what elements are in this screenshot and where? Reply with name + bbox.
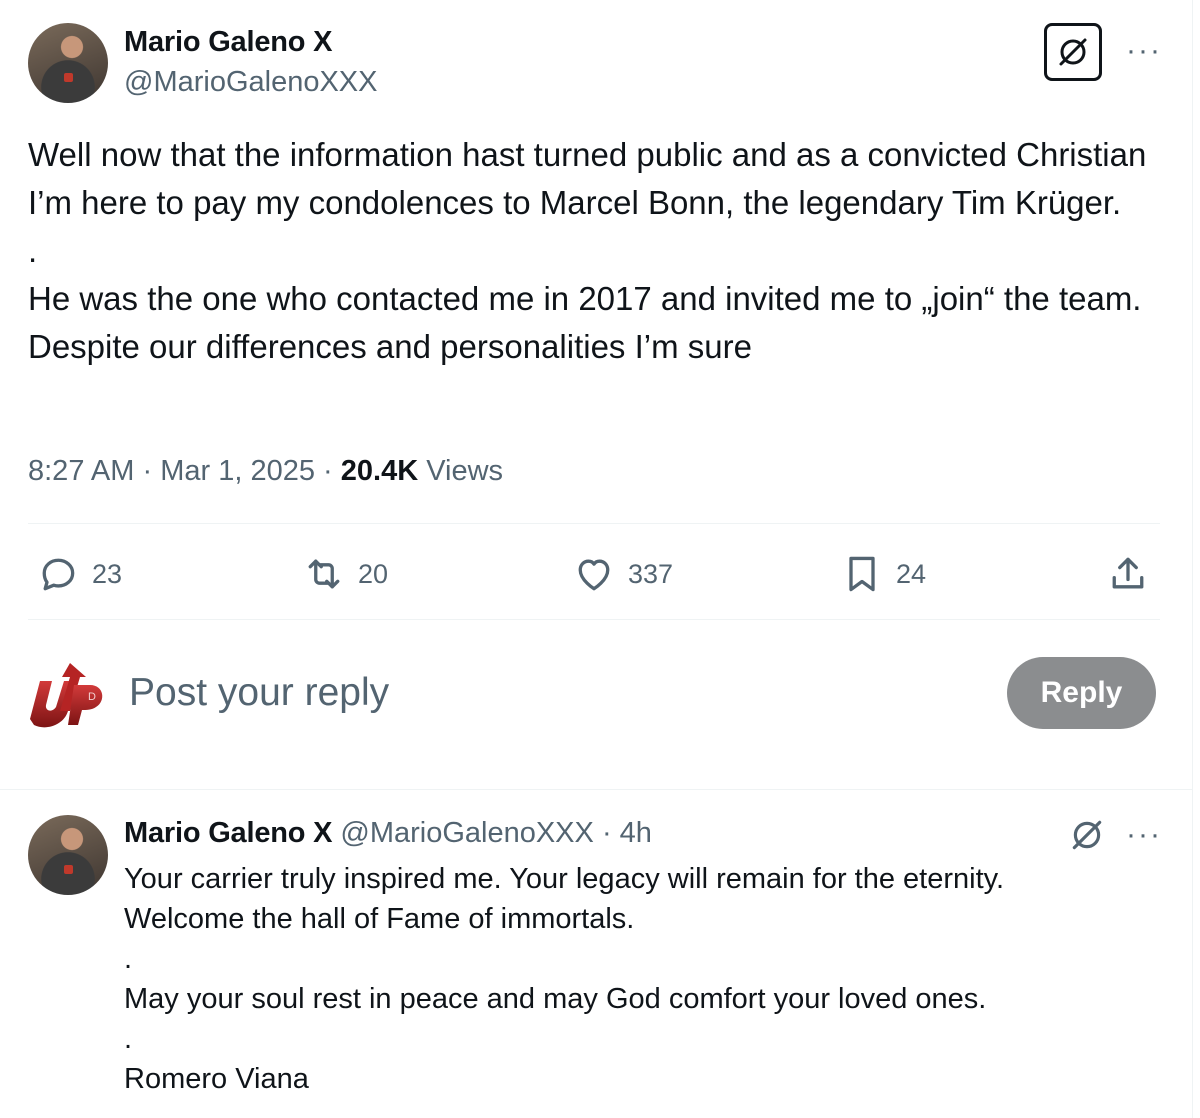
- reply-button[interactable]: Reply: [1007, 657, 1156, 729]
- author-name[interactable]: Mario Galeno X: [124, 26, 333, 59]
- reply-author-name[interactable]: Mario Galeno X: [124, 817, 333, 849]
- repost-icon: [308, 559, 340, 589]
- reply-action[interactable]: 23: [36, 552, 122, 596]
- views-label: Views: [426, 455, 504, 487]
- meta-separator: ·: [323, 455, 333, 487]
- share-action[interactable]: [1106, 552, 1150, 596]
- divider: [0, 789, 1192, 790]
- author-handle[interactable]: @MarioGalenoXXX: [124, 66, 378, 99]
- meta-separator: ·: [142, 455, 153, 487]
- logo-letter: D: [88, 691, 96, 703]
- post-date[interactable]: Mar 1, 2025: [160, 455, 315, 487]
- post-text: Well now that the information hast turne…: [28, 136, 1147, 365]
- shirt-logo: [64, 73, 73, 82]
- grok-icon[interactable]: [1068, 816, 1106, 854]
- like-icon: [578, 559, 610, 591]
- column-border: [1192, 0, 1193, 1118]
- divider: [28, 619, 1160, 620]
- bookmark-icon: [849, 556, 875, 592]
- reply-icon: [42, 558, 75, 591]
- author-avatar[interactable]: [28, 23, 108, 103]
- like-count: 337: [628, 558, 674, 589]
- more-icon[interactable]: ···: [1126, 36, 1162, 66]
- grok-icon: [1059, 38, 1087, 66]
- more-icon[interactable]: ···: [1126, 820, 1162, 850]
- reply-author-avatar[interactable]: [28, 815, 108, 895]
- views-count: 20.4K: [340, 455, 419, 487]
- like-action[interactable]: 337: [572, 552, 673, 596]
- repost-action[interactable]: 20: [302, 552, 388, 596]
- up-logo: D: [30, 663, 103, 728]
- bookmark-count: 24: [896, 558, 927, 589]
- reply-age[interactable]: 4h: [620, 817, 652, 849]
- reply-text: Your carrier truly inspired me. Your leg…: [124, 863, 1005, 1095]
- reply-author-handle[interactable]: @MarioGalenoXXX: [340, 817, 594, 849]
- repost-count: 20: [358, 558, 389, 589]
- post-meta: 8:27 AM · Mar 1, 2025 · 20.4K Views: [28, 455, 503, 488]
- user-avatar[interactable]: D: [26, 655, 110, 735]
- bookmark-action[interactable]: 24: [840, 552, 926, 596]
- reply-count: 23: [92, 558, 123, 589]
- shirt-logo: [64, 865, 73, 874]
- reply-input[interactable]: Post your reply: [129, 671, 389, 715]
- post-time[interactable]: 8:27 AM: [28, 455, 134, 487]
- grok-button[interactable]: [1044, 23, 1102, 81]
- reply-separator: ·: [601, 817, 612, 849]
- reply-header: Mario Galeno X @MarioGalenoXXX · 4h: [124, 817, 652, 850]
- divider: [28, 523, 1160, 524]
- share-icon: [1112, 557, 1144, 589]
